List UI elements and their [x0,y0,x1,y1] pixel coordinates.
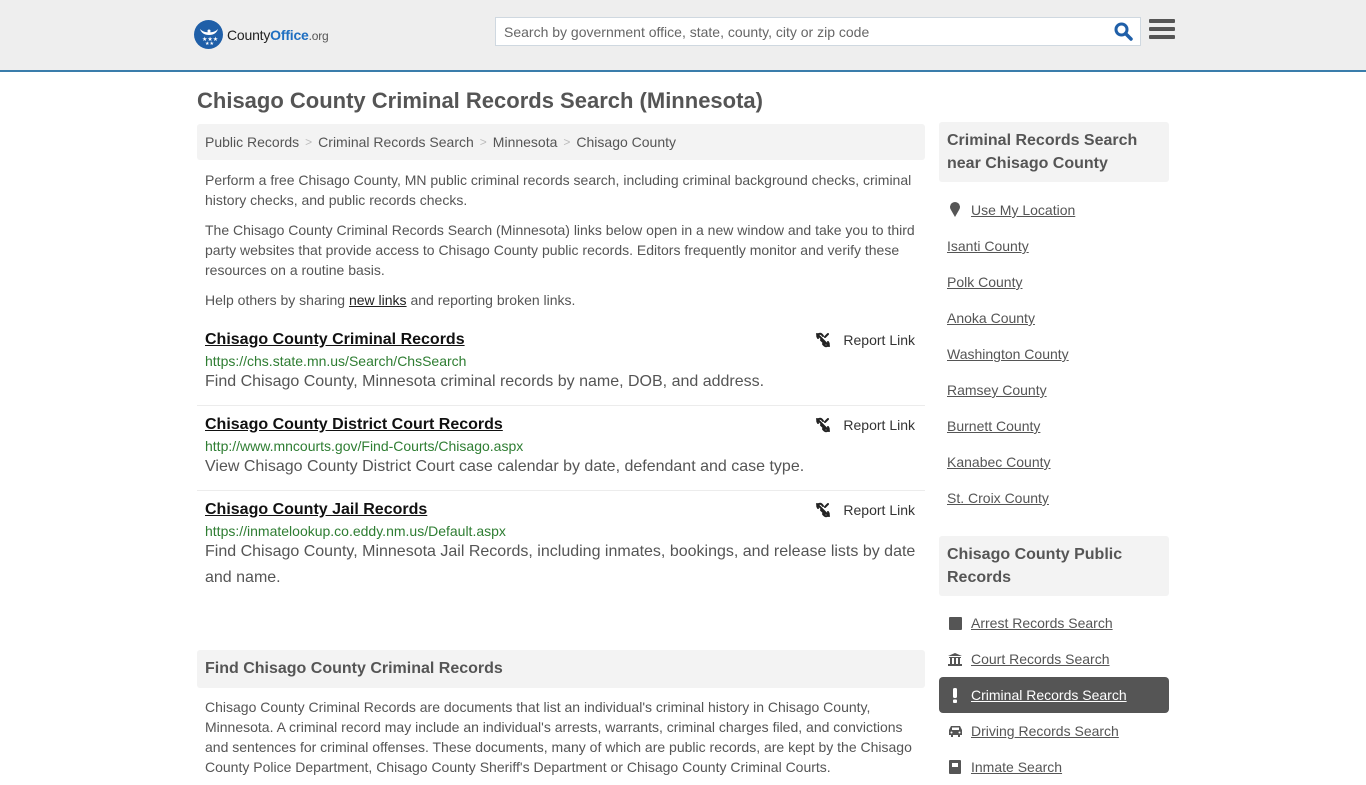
breadcrumb-separator-icon: > [563,135,571,149]
nearby-county-item[interactable]: Anoka County [939,300,1169,336]
breadcrumb-public-records[interactable]: Public Records [205,134,299,150]
exclamation-icon [947,687,963,703]
courthouse-icon [947,652,963,666]
record-title-link[interactable]: Chisago County Jail Records [205,501,427,519]
intro-section: Perform a free Chisago County, MN public… [205,170,920,320]
sidebar-item-driving-records[interactable]: Driving Records Search [939,713,1169,749]
record-item: Chisago County Jail Records Report Link … [197,491,925,601]
sidebar-link[interactable]: Criminal Records Search [971,687,1127,703]
nearby-county-item[interactable]: Polk County [939,264,1169,300]
nearby-list: Use My Location Isanti County Polk Count… [939,192,1169,516]
nearby-county-item[interactable]: St. Croix County [939,480,1169,516]
nearby-county-item[interactable]: Washington County [939,336,1169,372]
nearby-county-item[interactable]: Kanabec County [939,444,1169,480]
use-my-location-link[interactable]: Use My Location [971,202,1075,218]
record-title-link[interactable]: Chisago County District Court Records [205,416,503,434]
nearby-county-link[interactable]: Isanti County [947,238,1029,254]
search-icon [1114,22,1133,41]
record-url[interactable]: https://inmatelookup.co.eddy.nm.us/Defau… [205,523,917,539]
intro-text: and reporting broken links. [406,292,576,308]
breadcrumb-minnesota[interactable]: Minnesota [493,134,558,150]
svg-text:★★: ★★ [205,41,214,46]
record-url[interactable]: http://www.mncourts.gov/Find-Courts/Chis… [205,438,917,454]
inmate-icon [947,760,963,774]
breadcrumb-separator-icon: > [305,135,313,149]
nearby-county-link[interactable]: Washington County [947,346,1069,362]
logo-text: CountyOffice.org [227,27,329,43]
sidebar-item-inmate-search[interactable]: Inmate Search [939,749,1169,785]
public-records-heading: Chisago County Public Records [939,536,1169,596]
breadcrumb-separator-icon: > [479,135,487,149]
map-pin-icon [947,202,963,218]
nearby-county-item[interactable]: Burnett County [939,408,1169,444]
report-link-label: Report Link [843,502,915,518]
broken-link-icon [816,332,831,348]
record-description: View Chisago County District Court case … [205,458,805,475]
square-icon [947,616,963,630]
nearby-county-item[interactable]: Isanti County [939,228,1169,264]
intro-text: Help others by sharing [205,292,349,308]
breadcrumb: Public Records > Criminal Records Search… [197,124,925,160]
intro-paragraph-3: Help others by sharing new links and rep… [205,290,920,310]
record-list: Chisago County Criminal Records Report L… [197,321,925,601]
public-records-list: Arrest Records Search Court Records Sear… [939,605,1169,785]
find-section-heading: Find Chisago County Criminal Records [197,650,925,688]
nearby-county-item[interactable]: Ramsey County [939,372,1169,408]
nearby-county-link[interactable]: Anoka County [947,310,1035,326]
sidebar-link[interactable]: Inmate Search [971,759,1062,775]
intro-paragraph-1: Perform a free Chisago County, MN public… [205,172,912,208]
new-links-link[interactable]: new links [349,292,407,308]
sidebar-item-arrest-records[interactable]: Arrest Records Search [939,605,1169,641]
intro-paragraph-2: The Chisago County Criminal Records Sear… [205,222,915,278]
sidebar-link[interactable]: Court Records Search [971,651,1110,667]
search-box [495,17,1141,46]
nearby-heading: Criminal Records Search near Chisago Cou… [939,122,1169,182]
hamburger-menu-icon[interactable] [1149,19,1175,43]
search-input[interactable] [496,18,1106,45]
report-link-label: Report Link [843,417,915,433]
sidebar-item-court-records[interactable]: Court Records Search [939,641,1169,677]
page-title: Chisago County Criminal Records Search (… [197,88,763,113]
nearby-county-link[interactable]: Burnett County [947,418,1040,434]
sidebar-link[interactable]: Arrest Records Search [971,615,1113,631]
sidebar-item-criminal-records[interactable]: Criminal Records Search [939,677,1169,713]
record-url[interactable]: https://chs.state.mn.us/Search/ChsSearch [205,353,917,369]
search-button[interactable] [1106,18,1140,45]
site-header: ★★★ ★★ CountyOffice.org [0,0,1366,72]
use-my-location-item[interactable]: Use My Location [939,192,1169,228]
report-link-button[interactable]: Report Link [815,417,915,433]
eagle-logo-icon: ★★★ ★★ [194,20,223,49]
nearby-county-link[interactable]: Kanabec County [947,454,1051,470]
logo-text-county: County [227,26,271,43]
find-section-text: Chisago County Criminal Records are docu… [205,699,912,775]
sidebar-link[interactable]: Driving Records Search [971,723,1119,739]
report-link-label: Report Link [843,332,915,348]
broken-link-icon [816,502,831,518]
record-item: Chisago County Criminal Records Report L… [197,321,925,406]
car-icon [947,725,963,737]
report-link-button[interactable]: Report Link [815,332,915,348]
report-link-button[interactable]: Report Link [815,502,915,518]
nearby-county-link[interactable]: Polk County [947,274,1022,290]
record-description: Find Chisago County, Minnesota criminal … [205,373,765,390]
site-logo[interactable]: ★★★ ★★ CountyOffice.org [194,20,329,49]
record-title-link[interactable]: Chisago County Criminal Records [205,331,465,349]
logo-text-org: .org [308,28,329,43]
nearby-county-link[interactable]: Ramsey County [947,382,1047,398]
nearby-county-link[interactable]: St. Croix County [947,490,1049,506]
broken-link-icon [816,417,831,433]
breadcrumb-criminal-records-search[interactable]: Criminal Records Search [318,134,474,150]
record-item: Chisago County District Court Records Re… [197,406,925,491]
record-description: Find Chisago County, Minnesota Jail Reco… [205,543,916,586]
logo-text-office: Office [270,26,309,43]
breadcrumb-chisago-county[interactable]: Chisago County [576,134,676,150]
